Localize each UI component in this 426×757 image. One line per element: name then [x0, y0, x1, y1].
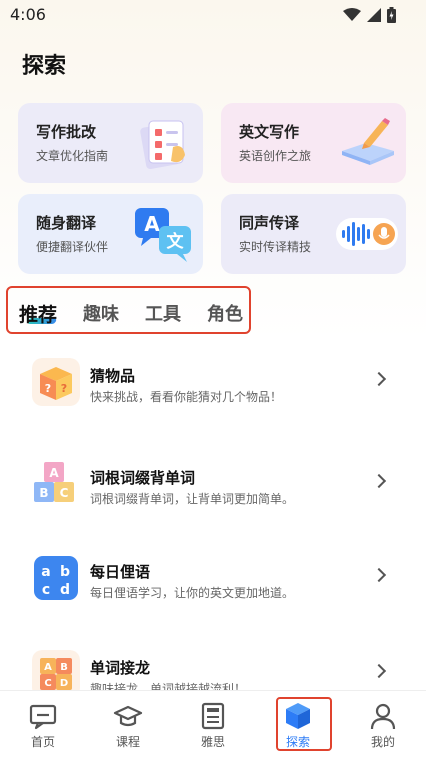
svg-text:c: c — [42, 582, 50, 598]
user-icon — [370, 703, 396, 730]
item-title: 单词接龙 — [90, 659, 151, 677]
svg-text:A: A — [144, 212, 160, 236]
card-english-writing[interactable]: 英文写作 英语创作之旅 — [221, 103, 406, 183]
status-bar: 4:06 — [0, 0, 426, 30]
svg-text:A: A — [44, 662, 52, 673]
status-time: 4:06 — [10, 5, 46, 24]
nav-profile[interactable]: 我的 — [353, 691, 413, 757]
item-title: 词根词缀背单词 — [90, 469, 196, 487]
abcd-tile-icon: a b c d — [34, 556, 78, 600]
mystery-box-icon: ? ? — [32, 358, 80, 406]
battery-icon — [387, 7, 396, 23]
chevron-right-icon — [371, 371, 387, 387]
svg-text:B: B — [60, 662, 68, 673]
nav-label: 我的 — [370, 735, 395, 749]
home-chat-icon — [29, 704, 57, 730]
wifi-icon — [343, 8, 361, 21]
nav-label: 首页 — [30, 735, 55, 749]
list-item[interactable]: A B C 词根词缀背单词 词根词缀背单词，让背单词更加简单。 — [0, 460, 426, 530]
clipboard-check-icon — [140, 120, 185, 169]
svg-text:C: C — [44, 678, 51, 689]
tab-roles[interactable]: 角色 — [207, 300, 243, 326]
svg-text:A: A — [49, 466, 59, 480]
svg-text:C: C — [60, 486, 69, 500]
list-item[interactable]: ? ? 猜物品 快来挑战，看看你能猜对几个物品！ — [0, 358, 426, 428]
bottom-navigation: 首页 课程 雅思 探索 我的 — [0, 690, 426, 757]
nav-label: 课程 — [115, 735, 140, 749]
voice-wave-mic-icon — [336, 218, 398, 250]
nav-ielts[interactable]: 雅思 — [183, 691, 243, 757]
svg-text:a: a — [41, 564, 50, 580]
page-title: 探索 — [22, 54, 67, 79]
graduation-cap-icon — [113, 705, 143, 727]
tab-fun[interactable]: 趣味 — [83, 300, 119, 326]
item-title: 每日俚语 — [90, 563, 151, 581]
list-item[interactable]: a b c d 每日俚语 每日俚语学习，让你的英文更加地道。 — [0, 554, 426, 624]
item-description: 每日俚语学习，让你的英文更加地道。 — [90, 586, 295, 600]
translate-bubbles-icon: A 文 — [135, 208, 191, 262]
card-writing-correction[interactable]: 写作批改 文章优化指南 — [18, 103, 203, 183]
card-translate[interactable]: 随身翻译 便捷翻译伙伴 A 文 — [18, 194, 203, 274]
nav-home[interactable]: 首页 — [13, 691, 73, 757]
svg-text:b: b — [60, 564, 70, 580]
ielts-book-icon — [201, 702, 225, 730]
notebook-pen-icon — [342, 118, 394, 165]
nav-label: 雅思 — [200, 735, 225, 749]
svg-text:文: 文 — [167, 231, 185, 252]
abc-blocks-icon: A B C — [34, 462, 74, 502]
chevron-right-icon — [371, 473, 387, 489]
chevron-right-icon — [371, 567, 387, 583]
explore-nav-highlight — [276, 697, 332, 751]
item-description: 词根词缀背单词，让背单词更加简单。 — [90, 492, 295, 506]
svg-text:?: ? — [61, 382, 67, 395]
svg-text:D: D — [60, 678, 68, 689]
svg-text:?: ? — [45, 382, 51, 395]
nav-courses[interactable]: 课程 — [98, 691, 158, 757]
svg-text:d: d — [60, 582, 70, 598]
svg-text:B: B — [39, 486, 48, 500]
item-title: 猜物品 — [90, 367, 136, 385]
tab-tools[interactable]: 工具 — [145, 300, 181, 326]
tab-recommended[interactable]: 推荐 — [19, 300, 57, 327]
card-simultaneous-interpretation[interactable]: 同声传译 实时传译精技 — [221, 194, 406, 274]
status-icons — [343, 7, 396, 23]
item-description: 快来挑战，看看你能猜对几个物品！ — [90, 390, 283, 404]
signal-icon — [367, 8, 381, 22]
chevron-right-icon — [371, 663, 387, 679]
